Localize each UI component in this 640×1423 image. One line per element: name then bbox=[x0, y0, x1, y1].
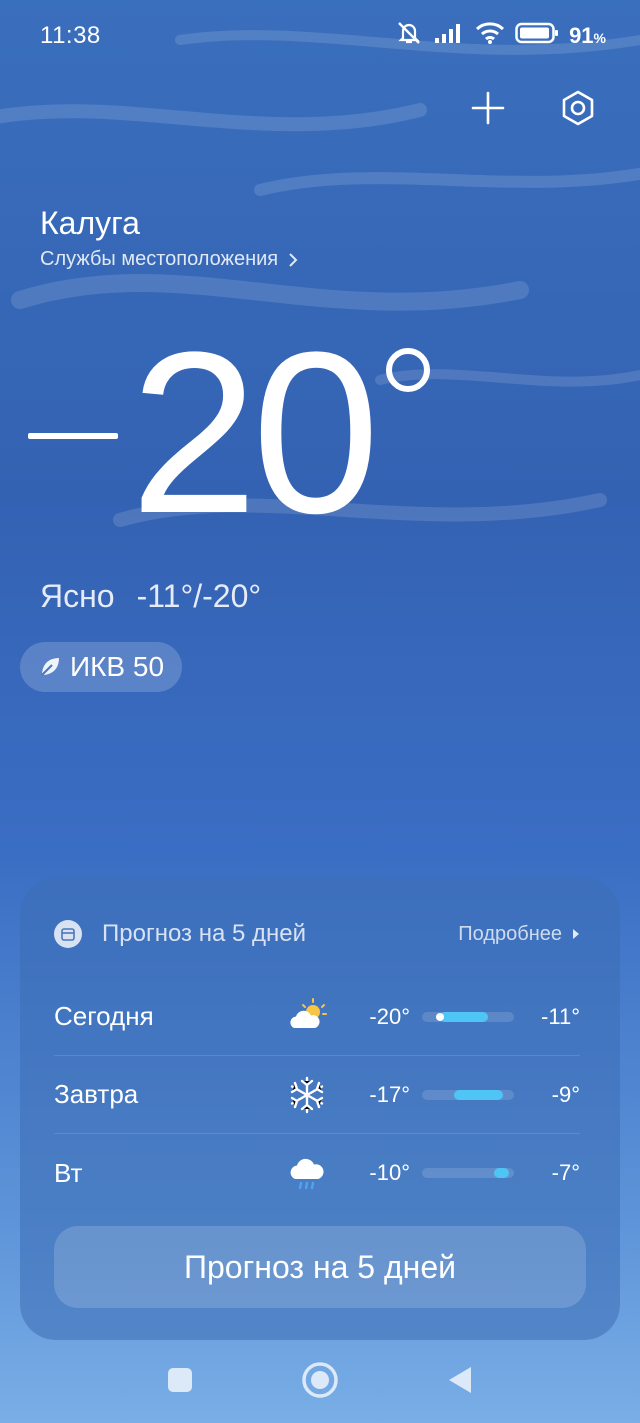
temp-range-bar bbox=[422, 1090, 514, 1100]
temp-range-fill bbox=[493, 1168, 510, 1178]
five-day-forecast-button[interactable]: Прогноз на 5 дней bbox=[54, 1226, 586, 1308]
current-temperature: 20 bbox=[28, 318, 430, 558]
max-temp: -7° bbox=[551, 1160, 580, 1185]
gear-icon bbox=[562, 90, 594, 126]
day-label: Сегодня bbox=[54, 1001, 154, 1031]
forecast-row[interactable]: Вт -10° -7° bbox=[54, 1134, 580, 1212]
aqi-badge[interactable]: ИКВ 50 bbox=[20, 642, 183, 692]
temp-range-fill bbox=[454, 1090, 503, 1100]
minus-sign bbox=[28, 433, 118, 439]
location-services-link[interactable]: Службы местоположения bbox=[40, 248, 298, 271]
settings-button[interactable] bbox=[556, 86, 600, 130]
back-button[interactable] bbox=[440, 1360, 480, 1400]
forecast-row[interactable]: Сегодня -20° -11° bbox=[54, 978, 580, 1056]
forecast-title: Прогноз на 5 дней bbox=[102, 920, 306, 947]
day-label: Завтра bbox=[54, 1079, 139, 1109]
aqi-label: ИКВ 50 bbox=[70, 651, 165, 682]
recents-button[interactable] bbox=[160, 1360, 200, 1400]
forecast-row[interactable]: Завтра -17° -9° bbox=[54, 1056, 580, 1134]
mute-icon bbox=[395, 20, 423, 51]
leaf-icon bbox=[41, 658, 59, 676]
signal-icon bbox=[433, 22, 465, 49]
circle-icon bbox=[302, 1362, 338, 1398]
more-link[interactable]: Подробнее bbox=[458, 923, 580, 946]
forecast-list: Сегодня -20° -11° Завтра -17° -9° Вт -10… bbox=[54, 978, 580, 1212]
temperature-value: 20 bbox=[130, 304, 380, 561]
temp-range-bar bbox=[422, 1012, 514, 1022]
plus-icon bbox=[471, 91, 505, 125]
battery-icon bbox=[515, 22, 559, 49]
snowflake-icon bbox=[290, 1076, 324, 1114]
chevron-right-icon bbox=[289, 252, 298, 267]
status-bar: 11:38 91% bbox=[0, 0, 640, 70]
wifi-icon bbox=[475, 21, 505, 50]
clock: 11:38 bbox=[40, 22, 101, 49]
degree-sign bbox=[385, 348, 430, 392]
min-temp: -10° bbox=[369, 1160, 410, 1185]
forecast-card: Прогноз на 5 дней Подробнее Сегодня -20° bbox=[20, 878, 620, 1340]
top-actions bbox=[466, 86, 600, 130]
battery-percent: 91% bbox=[569, 22, 606, 48]
min-temp: -17° bbox=[369, 1081, 410, 1107]
rain-cloud-icon bbox=[290, 1158, 324, 1190]
max-temp: -9° bbox=[551, 1081, 580, 1107]
location-services-label: Службы местоположения bbox=[40, 248, 279, 270]
forecast-title-wrap: Прогноз на 5 дней bbox=[54, 920, 306, 948]
condition-label: Ясно bbox=[40, 578, 115, 614]
more-label: Подробнее bbox=[458, 922, 562, 945]
temp-range-bar bbox=[422, 1168, 514, 1178]
max-temp: -11° bbox=[541, 1003, 580, 1029]
status-icons: 91% bbox=[395, 20, 606, 51]
current-condition: Ясно -11°/-20° bbox=[40, 578, 261, 615]
city-name: Калуга bbox=[40, 205, 140, 241]
forecast-header: Прогноз на 5 дней Подробнее bbox=[54, 920, 580, 948]
min-temp: -20° bbox=[369, 1003, 410, 1029]
square-icon bbox=[168, 1368, 192, 1392]
navigation-bar bbox=[0, 1345, 640, 1415]
home-button[interactable] bbox=[300, 1360, 340, 1400]
add-city-button[interactable] bbox=[466, 86, 510, 130]
back-triangle-icon bbox=[449, 1367, 471, 1393]
temperature-range: -11°/-20° bbox=[136, 578, 262, 614]
temp-range-fill bbox=[440, 1012, 489, 1022]
day-label: Вт bbox=[54, 1157, 83, 1188]
calendar-icon bbox=[54, 920, 82, 948]
triangle-right-icon bbox=[573, 929, 579, 939]
partly-cloudy-icon bbox=[290, 998, 327, 1028]
